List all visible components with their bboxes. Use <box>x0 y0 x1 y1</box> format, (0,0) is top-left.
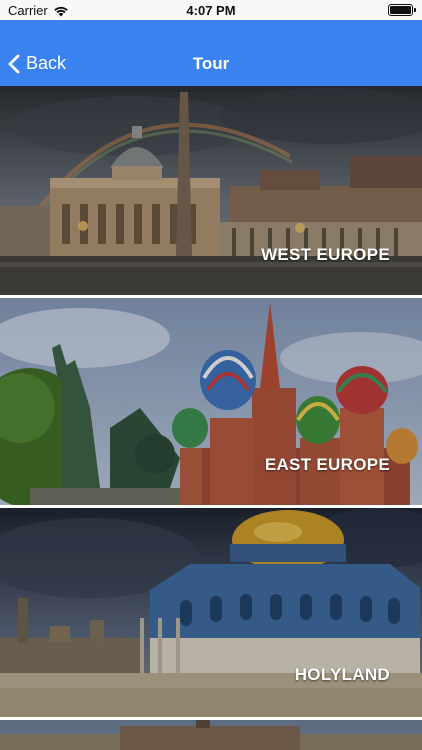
tour-card-west-europe[interactable]: WEST EUROPE <box>0 86 422 295</box>
tour-card-holyland[interactable]: HOLYLAND <box>0 508 422 717</box>
status-bar: Carrier 4:07 PM <box>0 0 422 20</box>
navigation-bar: Back Tour <box>0 20 422 86</box>
page-title: Tour <box>192 54 230 73</box>
status-time: 4:07 PM <box>186 3 236 18</box>
tour-label: EAST EUROPE <box>264 455 390 474</box>
battery-icon <box>388 4 416 16</box>
holyland-image <box>0 508 422 717</box>
tour-label: WEST EUROPE <box>261 245 390 264</box>
tour-label: HOLYLAND <box>294 665 390 684</box>
tour-card-east-europe[interactable]: EAST EUROPE <box>0 298 422 505</box>
tour-card-partial[interactable] <box>0 720 422 750</box>
tour-image-partial <box>0 720 422 750</box>
